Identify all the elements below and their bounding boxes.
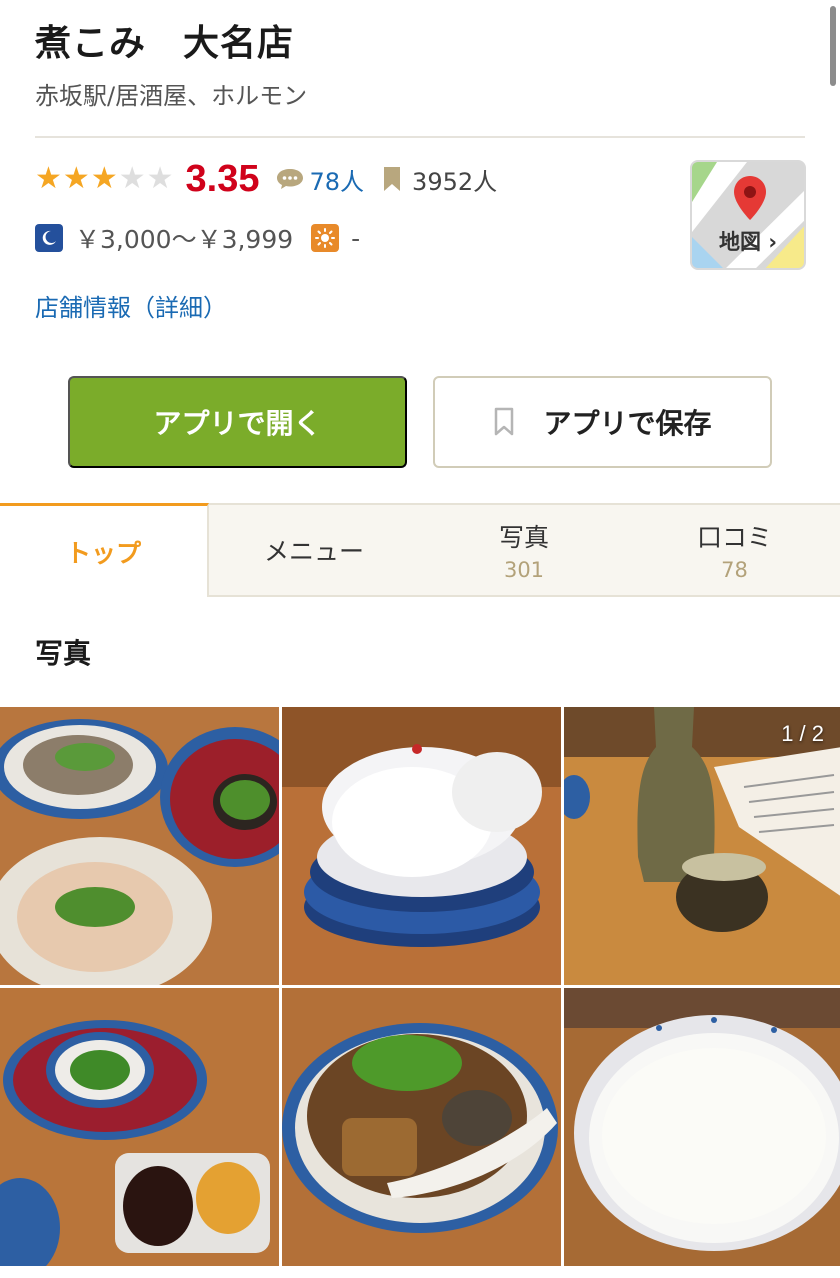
shop-detail-link[interactable]: 店舗情報（詳細） <box>35 288 227 323</box>
divider <box>35 136 805 138</box>
food-photo <box>564 707 840 985</box>
star-icon: ★ <box>90 161 118 196</box>
tab-menu[interactable]: メニュー <box>209 505 419 595</box>
food-photo <box>0 707 279 985</box>
sun-icon <box>311 224 340 252</box>
shop-genre: 赤坂駅/居酒屋、ホルモン <box>35 82 308 110</box>
photo-page-indicator: 1 / 2 <box>781 721 824 746</box>
rating-score: 3.35 <box>185 157 260 200</box>
dinner-price: ￥3,000～￥3,999 <box>75 225 294 254</box>
tab-bar: トップ メニュー 写真 301 口コミ 78 <box>0 503 840 597</box>
tab-label: 口コミ <box>696 523 772 552</box>
shop-name: 煮こみ 大名店 <box>35 23 295 64</box>
price-row: ￥3,000～￥3,999 - <box>35 222 360 254</box>
photo-grid: 1 / 2 <box>0 707 840 1267</box>
tab-top[interactable]: トップ <box>0 503 209 597</box>
comment-icon <box>276 169 303 189</box>
bookmark-icon <box>384 167 401 191</box>
rating-row: ★ ★ ★ ★ ★ 3.35 78人 3952人 <box>35 156 497 202</box>
food-photo <box>0 988 279 1266</box>
star-icon: ★ <box>146 161 174 196</box>
star-icon: ★ <box>35 161 62 196</box>
open-in-app-button[interactable]: アプリで開く <box>68 376 407 468</box>
review-count-link[interactable]: 78人 <box>310 162 365 197</box>
photo-thumbnail[interactable] <box>564 988 840 1266</box>
save-count: 3952人 <box>412 167 498 196</box>
map-button[interactable]: 地図 › <box>690 160 806 270</box>
moon-icon <box>35 224 63 252</box>
photo-thumbnail[interactable] <box>0 988 279 1266</box>
tab-label: 写真 <box>498 523 549 552</box>
bookmark-outline-icon <box>495 407 514 436</box>
rating-stars: ★ ★ ★ ★ ★ <box>35 164 174 194</box>
save-in-app-label: アプリで保存 <box>543 408 712 439</box>
tab-photos[interactable]: 写真 301 <box>419 505 629 595</box>
food-photo <box>564 988 840 1266</box>
star-icon: ★ <box>62 161 90 196</box>
photo-thumbnail[interactable]: 1 / 2 <box>564 707 840 985</box>
photo-thumbnail[interactable] <box>282 707 561 985</box>
tab-count: 78 <box>721 558 748 582</box>
tab-count: 301 <box>503 558 545 582</box>
photo-thumbnail[interactable] <box>282 988 561 1266</box>
photos-section-title: 写真 <box>35 637 92 670</box>
tab-reviews[interactable]: 口コミ 78 <box>629 505 840 595</box>
tab-label: トップ <box>65 538 141 568</box>
photo-thumbnail[interactable] <box>0 707 279 985</box>
map-label: 地図 › <box>719 230 777 254</box>
tab-label: メニュー <box>263 537 364 566</box>
food-photo <box>282 988 561 1266</box>
lunch-price: - <box>351 223 361 253</box>
scrollbar[interactable] <box>830 6 836 86</box>
food-photo <box>282 707 561 985</box>
star-icon: ★ <box>118 161 146 196</box>
save-in-app-button[interactable]: アプリで保存 <box>433 376 772 468</box>
